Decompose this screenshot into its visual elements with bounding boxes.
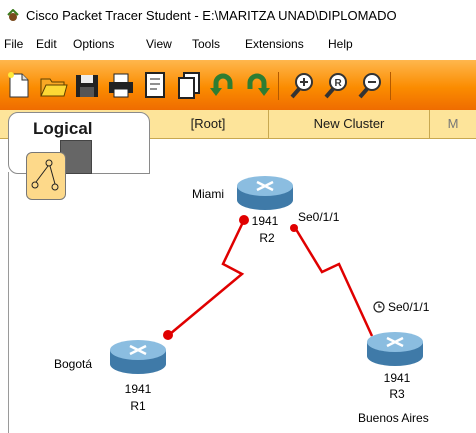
link-r2-r1: [169, 219, 246, 335]
router-name-r2: R2: [259, 231, 275, 245]
router-model-r3: 1941: [383, 371, 411, 385]
router-model-r1: 1941: [124, 382, 152, 396]
router-r3[interactable]: [365, 328, 425, 372]
link-r2-r3: [292, 225, 374, 337]
location-label-buenos-aires: Buenos Aires: [358, 411, 429, 425]
router-r2[interactable]: [235, 172, 295, 216]
router-model-r2: 1941: [251, 214, 279, 228]
link-end-r2-r1: [239, 215, 249, 225]
location-label-bogota: Bogotá: [54, 357, 93, 371]
router-name-r3: R3: [389, 387, 405, 401]
link-end-r2-r3: [290, 224, 298, 232]
location-label-miami: Miami: [192, 187, 224, 201]
clock-icon: [373, 301, 385, 313]
router-r1[interactable]: [108, 336, 168, 380]
router-name-r1: R1: [130, 399, 146, 413]
interface-label-r2: Se0/1/1: [298, 210, 340, 224]
interface-label-r3: Se0/1/1: [388, 300, 430, 314]
